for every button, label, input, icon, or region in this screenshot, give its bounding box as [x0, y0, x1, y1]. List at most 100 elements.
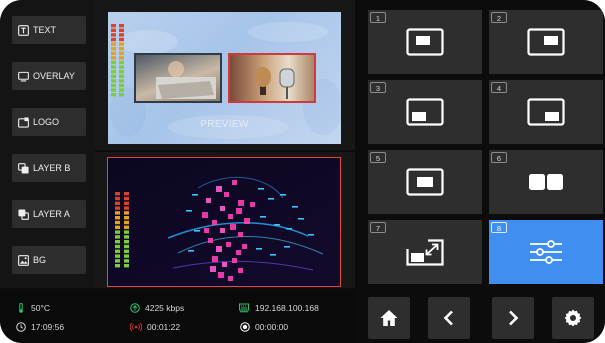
- temperature-value: 50°C: [31, 303, 50, 313]
- meter-segment: [111, 51, 116, 55]
- record-icon: [240, 322, 250, 332]
- scene-number: 6: [491, 152, 507, 163]
- background-image-icon: [18, 254, 29, 266]
- ip-address-value: 192.168.100.168: [255, 303, 319, 313]
- record-status: 00:00:00: [240, 322, 288, 332]
- scene-button-8[interactable]: 8: [489, 220, 603, 284]
- preview-window-podcast[interactable]: [228, 53, 316, 103]
- clock-value: 17:09:56: [31, 322, 65, 332]
- neon-dash: [298, 218, 304, 220]
- meter-segment: [119, 74, 124, 78]
- meter-segment: [124, 230, 129, 234]
- program-video-graphic: [108, 158, 340, 286]
- meter-segment: [124, 259, 129, 263]
- neon-pixel: [220, 206, 225, 211]
- layer-button-logo[interactable]: LOGO: [12, 108, 86, 136]
- neon-dash: [258, 188, 264, 190]
- thermometer-icon: [19, 303, 23, 313]
- layout-center-icon: [406, 168, 444, 196]
- scene-number: 3: [370, 82, 386, 93]
- scene-button-2[interactable]: 2: [489, 10, 603, 74]
- neon-dash: [308, 234, 314, 236]
- meter-segment: [111, 37, 116, 42]
- sliders-icon: [530, 240, 562, 264]
- meter-segment: [115, 220, 120, 225]
- meter-segment: [124, 249, 129, 253]
- neon-dash: [260, 216, 266, 218]
- layout-bottom-left-icon: [406, 98, 444, 126]
- program-monitor[interactable]: [107, 157, 341, 287]
- preview-window-laptop[interactable]: [134, 53, 222, 103]
- neon-dash: [284, 246, 290, 248]
- scene-number: 1: [370, 12, 386, 23]
- meter-segment: [111, 60, 116, 65]
- neon-dash: [188, 250, 194, 252]
- scene-button-3[interactable]: 3: [368, 80, 482, 144]
- neon-pixel: [216, 186, 222, 192]
- neon-pixel: [238, 268, 243, 273]
- scene-number: 7: [370, 222, 386, 233]
- scene-button-5[interactable]: 5: [368, 150, 482, 214]
- meter-segment: [115, 254, 120, 258]
- meter-segment: [111, 83, 116, 88]
- meter-segment: [111, 79, 116, 83]
- neon-pixel: [216, 246, 222, 252]
- neon-pixel: [250, 202, 255, 207]
- settings-button[interactable]: [552, 297, 594, 339]
- neon-pixel: [220, 228, 225, 233]
- scene-button-7[interactable]: 7: [368, 220, 482, 284]
- record-duration-value: 00:00:00: [255, 322, 289, 332]
- scene-button-6[interactable]: 6: [489, 150, 603, 214]
- next-button[interactable]: [492, 297, 534, 339]
- text-icon: [18, 24, 29, 36]
- neon-pixel: [222, 262, 227, 267]
- layer-button-text[interactable]: TEXT: [12, 16, 86, 44]
- layer-button-label: LOGO: [33, 117, 60, 127]
- meter-segment: [124, 244, 129, 249]
- meter-segment: [124, 206, 129, 210]
- clock-status: 17:09:56: [16, 322, 64, 332]
- previous-button[interactable]: [428, 297, 470, 339]
- layer-panel: TEXT OVERLAY LOGO LAYER B LAYER A BG: [0, 0, 95, 288]
- neon-pixel: [238, 200, 244, 206]
- chevron-right-icon: [509, 310, 519, 326]
- meter-segment: [115, 240, 120, 244]
- neon-pixel: [212, 220, 217, 225]
- meter-segment: [111, 28, 116, 32]
- home-button[interactable]: [368, 297, 410, 339]
- neon-dash: [280, 194, 286, 196]
- neon-pixel: [242, 244, 247, 249]
- layout-bottom-right-icon: [527, 98, 565, 126]
- layer-button-layer-a[interactable]: LAYER A: [12, 200, 86, 228]
- neon-pixel: [206, 198, 211, 203]
- podcast-photo: [255, 67, 295, 99]
- meter-segment: [115, 211, 120, 215]
- neon-pixel: [226, 242, 231, 247]
- meter-segment: [119, 65, 124, 69]
- ip-status: 192.168.100.168: [238, 303, 319, 313]
- layer-button-label: LAYER A: [33, 209, 70, 219]
- meter-segment: [111, 65, 116, 69]
- live-status: 00:01:22: [130, 322, 180, 332]
- meter-segment: [124, 225, 129, 229]
- overlay-icon: [18, 71, 29, 81]
- meter-segment: [119, 33, 124, 37]
- meter-segment: [119, 24, 124, 28]
- layer-button-label: TEXT: [33, 25, 57, 35]
- layer-button-bg[interactable]: BG: [12, 246, 86, 274]
- meter-segment: [124, 192, 129, 196]
- gear-icon: [564, 309, 582, 327]
- preview-label: PREVIEW: [200, 119, 249, 130]
- bitrate-value: 4225 kbps: [145, 303, 185, 313]
- meter-segment: [124, 196, 129, 201]
- neon-pixel: [224, 192, 229, 197]
- meter-segment: [119, 51, 124, 55]
- meter-segment: [115, 196, 120, 201]
- layer-button-overlay[interactable]: OVERLAY: [12, 62, 86, 90]
- split-two-icon: [529, 174, 563, 190]
- scene-button-4[interactable]: 4: [489, 80, 603, 144]
- layer-button-label: BG: [33, 255, 47, 265]
- layer-button-layer-b[interactable]: LAYER B: [12, 154, 86, 182]
- neon-pixel: [210, 266, 216, 272]
- scene-button-1[interactable]: 1: [368, 10, 482, 74]
